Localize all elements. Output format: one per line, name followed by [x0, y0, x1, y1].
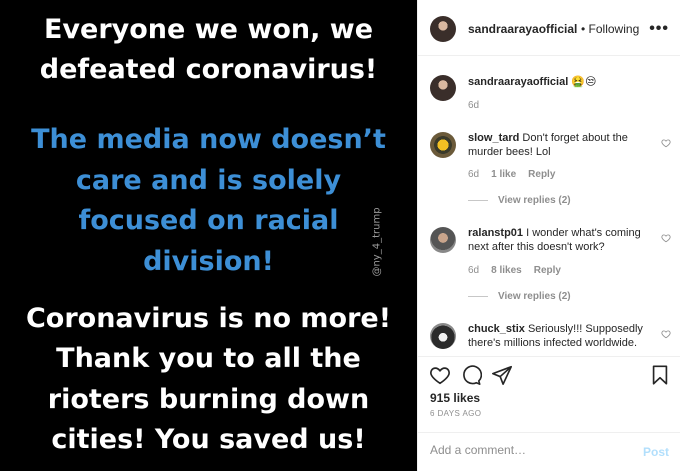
comment-like-heart-icon[interactable]: [661, 233, 671, 243]
post-sidebar: sandraarayaofficial • Following ••• sand…: [417, 0, 680, 471]
comment-text: chuck_stix Seriously!!! Supposedly there…: [468, 322, 658, 350]
comment-username[interactable]: ralanstp01: [468, 227, 523, 239]
image-text-line: Coronavirus is no more!: [25, 303, 392, 334]
instagram-post: Everyone we won, we defeated coronavirus…: [0, 0, 680, 471]
caption: sandraarayaofficial 🤮😒: [468, 75, 658, 89]
comment-meta: 6d 8 likes Reply: [468, 265, 561, 276]
comment-avatar[interactable]: [430, 323, 456, 349]
comment-icon[interactable]: [460, 364, 482, 386]
follow-status[interactable]: • Following: [581, 22, 639, 36]
image-text-line: Everyone we won, we: [43, 14, 374, 45]
caption-time: 6d: [468, 100, 480, 111]
post-header: sandraarayaofficial • Following •••: [418, 0, 680, 56]
view-replies-button[interactable]: View replies (2): [468, 291, 571, 302]
image-text-line: Thank you to all the: [56, 343, 361, 374]
share-icon[interactable]: [491, 364, 513, 386]
comment-text: slow_tard Don't forget about the murder …: [468, 131, 658, 159]
separator-dot: •: [581, 22, 586, 36]
image-text-line: focused on racial: [78, 205, 339, 236]
caption-username[interactable]: sandraarayaofficial: [468, 76, 568, 88]
follow-status-label: Following: [588, 22, 640, 36]
post-date: 6 DAYS AGO: [430, 409, 482, 418]
image-text-line: rioters burning down: [47, 384, 370, 415]
replies-divider: [468, 199, 488, 201]
image-text-line: care and is solely: [75, 165, 342, 196]
reply-button[interactable]: Reply: [528, 169, 555, 180]
reply-button[interactable]: Reply: [534, 265, 561, 276]
bookmark-icon[interactable]: [649, 364, 671, 386]
comment-username[interactable]: chuck_stix: [468, 323, 525, 335]
comment-avatar[interactable]: [430, 227, 456, 253]
view-replies-button[interactable]: View replies (2): [468, 195, 571, 206]
caption-avatar[interactable]: [430, 75, 456, 101]
more-icon[interactable]: •••: [649, 20, 669, 38]
image-watermark: @ny_4_trump: [366, 192, 388, 292]
author-username[interactable]: sandraarayaofficial: [468, 22, 577, 36]
post-image: Everyone we won, we defeated coronavirus…: [0, 0, 417, 471]
image-text-line: cities! You saved us!: [51, 424, 366, 455]
comment-time: 6d: [468, 169, 480, 180]
image-text-line: division!: [143, 246, 274, 277]
comment-likes[interactable]: 1 like: [491, 169, 516, 180]
comment-username[interactable]: slow_tard: [468, 132, 519, 144]
comment-time: 6d: [468, 265, 480, 276]
image-text-line: defeated coronavirus!: [39, 54, 378, 85]
view-replies-label: View replies (2): [498, 291, 571, 302]
comment-meta: 6d 1 like Reply: [468, 169, 555, 180]
heart-icon[interactable]: [429, 364, 451, 386]
comment-like-heart-icon[interactable]: [661, 329, 671, 339]
comment-like-heart-icon[interactable]: [661, 138, 671, 148]
post-actions: 915 likes 6 DAYS AGO: [418, 356, 680, 426]
comments-list[interactable]: sandraarayaofficial 🤮😒 6d slow_tard Don'…: [418, 57, 680, 355]
author-avatar[interactable]: [430, 16, 456, 42]
add-comment-input[interactable]: [430, 443, 630, 457]
comment-likes[interactable]: 8 likes: [491, 265, 522, 276]
post-comment-button[interactable]: Post: [643, 445, 669, 459]
add-comment-bar: Post: [418, 432, 680, 471]
caption-emoji: 🤮😒: [571, 76, 597, 88]
comment-text: ralanstp01 I wonder what's coming next a…: [468, 226, 658, 254]
watermark-text: @ny_4_trump: [371, 207, 383, 277]
view-replies-label: View replies (2): [498, 195, 571, 206]
comment-avatar[interactable]: [430, 132, 456, 158]
replies-divider: [468, 295, 488, 297]
image-text-line: The media now doesn’t: [31, 124, 386, 155]
likes-count[interactable]: 915 likes: [430, 391, 480, 405]
